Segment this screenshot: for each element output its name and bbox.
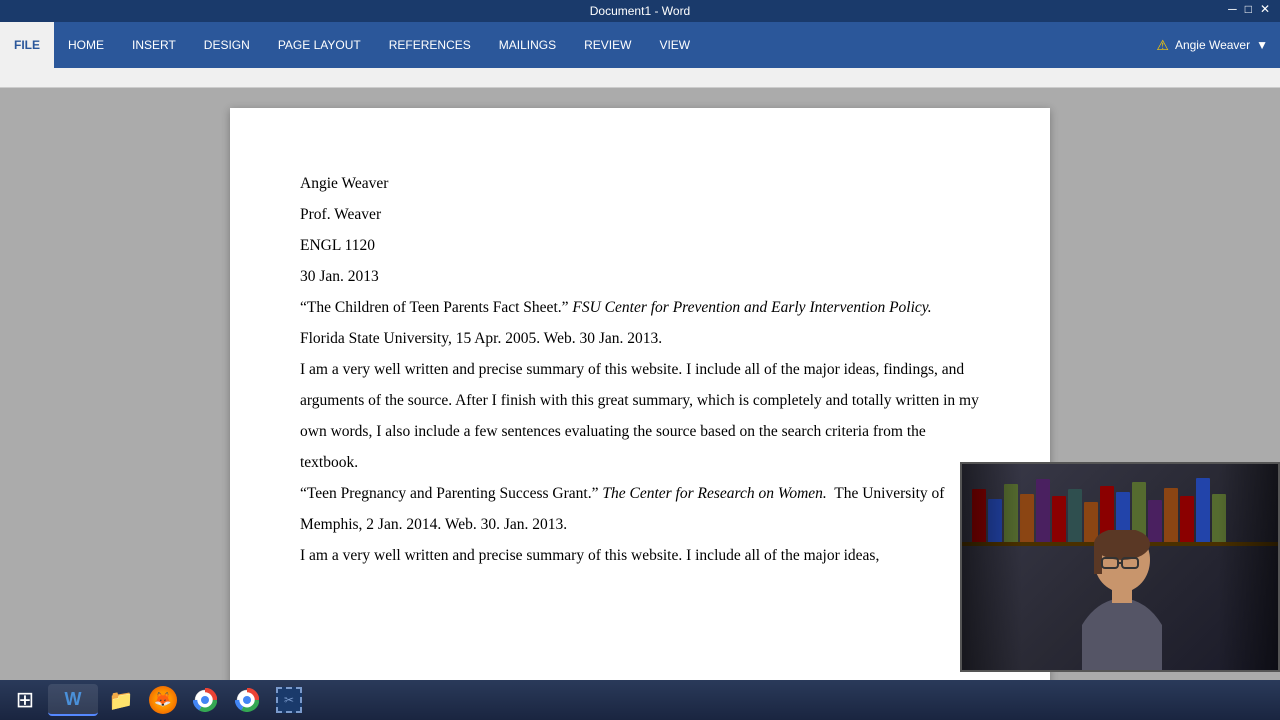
folder-taskbar-btn[interactable]: 📁 (102, 684, 140, 716)
user-name: Angie Weaver (1175, 38, 1250, 52)
window-controls[interactable]: ─ □ ✕ (1228, 2, 1270, 16)
chrome-taskbar-btn-2[interactable] (228, 684, 266, 716)
minimize-icon[interactable]: ─ (1228, 2, 1237, 16)
tab-view[interactable]: VIEW (645, 22, 704, 68)
word-taskbar-btn[interactable]: W (48, 684, 98, 716)
person-silhouette (1022, 530, 1222, 670)
left-shadow (962, 464, 1022, 670)
ruler-area (0, 68, 1280, 88)
chrome-icon-2 (235, 688, 259, 712)
main-area: Angie Weaver Prof. Weaver ENGL 1120 30 J… (0, 88, 1280, 696)
tab-page-layout[interactable]: PAGE LAYOUT (264, 22, 375, 68)
user-account[interactable]: ⚠ Angie Weaver ▼ (1144, 22, 1280, 68)
tab-file[interactable]: FILE (0, 22, 54, 68)
snipping-icon: ✂ (276, 687, 302, 713)
video-overlay (960, 462, 1280, 672)
user-warning-icon: ⚠ (1156, 37, 1169, 54)
date-line: 30 Jan. 2013 (300, 261, 980, 292)
tab-design[interactable]: DESIGN (190, 22, 264, 68)
maximize-icon[interactable]: □ (1245, 2, 1252, 16)
start-button[interactable]: ⊞ (6, 684, 44, 716)
tab-references[interactable]: REFERENCES (375, 22, 485, 68)
right-shadow (1218, 464, 1278, 670)
snipping-tool-btn[interactable]: ✂ (270, 684, 308, 716)
tab-review[interactable]: REVIEW (570, 22, 645, 68)
author-line: Angie Weaver (300, 168, 980, 199)
summary-2: I am a very well written and precise sum… (300, 540, 980, 571)
chrome-taskbar-btn-1[interactable] (186, 684, 224, 716)
firefox-icon: 🦊 (149, 686, 177, 714)
firefox-taskbar-btn[interactable]: 🦊 (144, 684, 182, 716)
tab-home[interactable]: HOME (54, 22, 118, 68)
summary-1: I am a very well written and precise sum… (300, 354, 980, 478)
professor-line: Prof. Weaver (300, 199, 980, 230)
citation-2: “Teen Pregnancy and Parenting Success Gr… (300, 478, 980, 540)
video-content (962, 464, 1278, 670)
tab-insert[interactable]: INSERT (118, 22, 190, 68)
title-bar: Document1 - Word ─ □ ✕ (0, 0, 1280, 22)
course-line: ENGL 1120 (300, 230, 980, 261)
document-page[interactable]: Angie Weaver Prof. Weaver ENGL 1120 30 J… (230, 108, 1050, 688)
citation-1: “The Children of Teen Parents Fact Sheet… (300, 292, 980, 354)
tab-mailings[interactable]: MAILINGS (485, 22, 570, 68)
title-bar-text: Document1 - Word (590, 4, 690, 18)
user-dropdown-icon[interactable]: ▼ (1256, 38, 1268, 52)
ribbon: FILE HOME INSERT DESIGN PAGE LAYOUT REFE… (0, 22, 1280, 68)
chrome-icon-1 (193, 688, 217, 712)
close-icon[interactable]: ✕ (1260, 2, 1270, 16)
taskbar: ⊞ W 📁 🦊 ✂ (0, 680, 1280, 720)
